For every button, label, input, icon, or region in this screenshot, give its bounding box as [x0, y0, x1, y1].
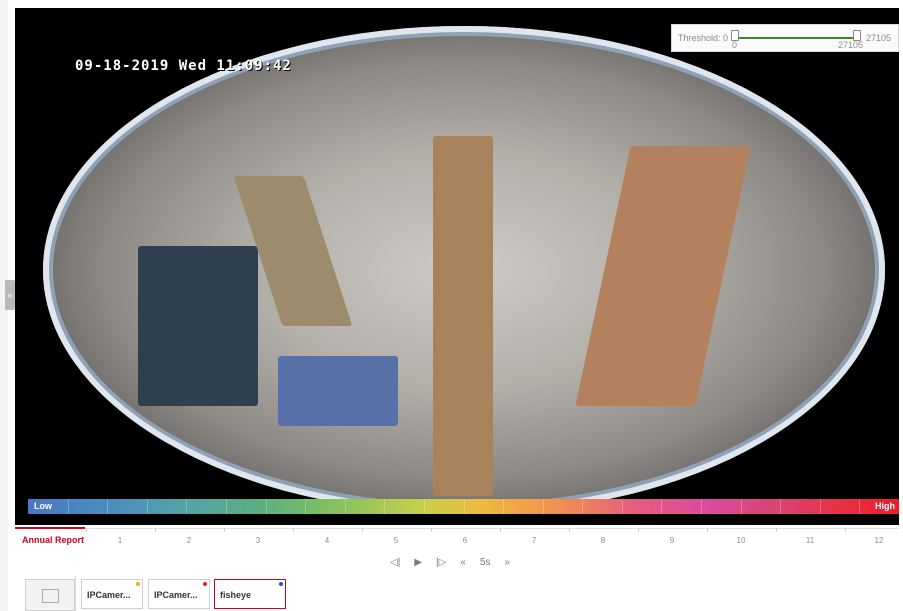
heatmap-segment-divider — [463, 499, 465, 514]
month-label[interactable]: 5 — [394, 536, 398, 545]
heatmap-segment-divider — [305, 499, 307, 514]
month-label[interactable]: 9 — [670, 536, 674, 545]
heatmap-segment-divider — [701, 499, 703, 514]
display-cooler — [278, 356, 398, 426]
month-label[interactable]: 12 — [875, 536, 884, 545]
month-tick — [224, 528, 225, 532]
camera-button[interactable]: IPCamer... — [81, 579, 143, 609]
chart-view-button[interactable] — [25, 579, 75, 611]
month-tick — [776, 528, 777, 532]
month-label[interactable]: 11 — [806, 536, 814, 545]
month-label[interactable]: 2 — [187, 536, 191, 545]
threshold-slider[interactable]: Threshold: 0 0 27105 27105 — [671, 24, 899, 52]
month-label[interactable]: 3 — [256, 536, 260, 545]
month-tick — [362, 528, 363, 532]
month-label[interactable]: 6 — [463, 536, 467, 545]
heatmap-segment-divider — [740, 499, 742, 514]
report-title[interactable]: Annual Report — [22, 535, 84, 545]
camera-label: IPCamer... — [87, 590, 131, 600]
heatmap-segment-divider — [661, 499, 663, 514]
center-shelf — [433, 136, 493, 496]
video-timestamp: 09-18-2019 Wed 11:09:42 — [75, 58, 292, 74]
speed-label[interactable]: 5s — [480, 557, 491, 568]
month-tick — [569, 528, 570, 532]
heatmap-segment-divider — [344, 499, 346, 514]
heatmap-segment-divider — [542, 499, 544, 514]
heatmap-segment-divider — [621, 499, 623, 514]
heatmap-segment-divider — [582, 499, 584, 514]
heatmap-segment-divider — [67, 499, 69, 514]
heatmap-segment-divider — [186, 499, 188, 514]
heatmap-high-label: High — [875, 501, 895, 511]
collapse-panel-icon[interactable]: « — [5, 280, 15, 310]
chart-icon — [42, 589, 59, 603]
right-shelf — [575, 146, 751, 406]
fridge-shelf — [138, 246, 258, 406]
month-tick — [845, 528, 846, 532]
heatmap-segment-divider — [146, 499, 148, 514]
camera-button[interactable]: fisheye — [214, 579, 286, 609]
heatmap-segment-divider — [107, 499, 109, 514]
status-dot-icon — [279, 582, 283, 586]
active-report-indicator — [15, 527, 85, 529]
month-tick — [293, 528, 294, 532]
month-tick — [431, 528, 432, 532]
report-timeline[interactable]: Annual Report 1 2 3 4 5 6 7 8 9 10 11 12 — [15, 527, 899, 548]
status-dot-icon — [136, 582, 140, 586]
heatmap-segment-divider — [423, 499, 425, 514]
step-back-icon[interactable]: ◁| — [390, 557, 400, 568]
threshold-label: Threshold: 0 — [678, 33, 729, 43]
month-tick — [638, 528, 639, 532]
camera-label: IPCamer... — [154, 590, 198, 600]
heatmap-segment-divider — [819, 499, 821, 514]
rewind-icon[interactable]: « — [460, 557, 466, 568]
month-label[interactable]: 4 — [325, 536, 329, 545]
heatmap-low-label: Low — [34, 501, 52, 511]
threshold-min-value: 0 — [732, 40, 738, 50]
threshold-max-value: 27105 — [838, 40, 864, 50]
month-label[interactable]: 7 — [532, 536, 536, 545]
heatmap-segment-divider — [503, 499, 505, 514]
month-label[interactable]: 8 — [601, 536, 605, 545]
heatmap-segment-divider — [384, 499, 386, 514]
camera-label: fisheye — [220, 590, 252, 600]
month-label[interactable]: 1 — [118, 536, 122, 545]
month-tick — [500, 528, 501, 532]
video-view[interactable]: 09-18-2019 Wed 11:09:42 Threshold: 0 0 2… — [15, 8, 899, 525]
heatmap-segment-divider — [265, 499, 267, 514]
status-dot-icon — [203, 582, 207, 586]
month-tick — [707, 528, 708, 532]
fisheye-image — [43, 26, 885, 514]
fast-forward-icon[interactable]: » — [504, 557, 510, 568]
play-icon[interactable]: ▶ — [414, 557, 422, 568]
camera-bar: IPCamer... IPCamer... fisheye — [15, 576, 899, 611]
month-tick — [86, 528, 87, 532]
threshold-max-label: 27105 — [866, 33, 892, 43]
step-forward-icon[interactable]: |▷ — [436, 557, 446, 568]
heatmap-segment-divider — [780, 499, 782, 514]
heatmap-legend: Low High — [28, 499, 899, 514]
heatmap-segment-divider — [225, 499, 227, 514]
threshold-track[interactable] — [734, 37, 858, 39]
heatmap-segment-divider — [859, 499, 861, 514]
month-label[interactable]: 10 — [737, 536, 746, 545]
camera-button[interactable]: IPCamer... — [148, 579, 210, 609]
playback-controls: ◁| ▶ |▷ « 5s » — [390, 555, 510, 569]
month-tick — [155, 528, 156, 532]
